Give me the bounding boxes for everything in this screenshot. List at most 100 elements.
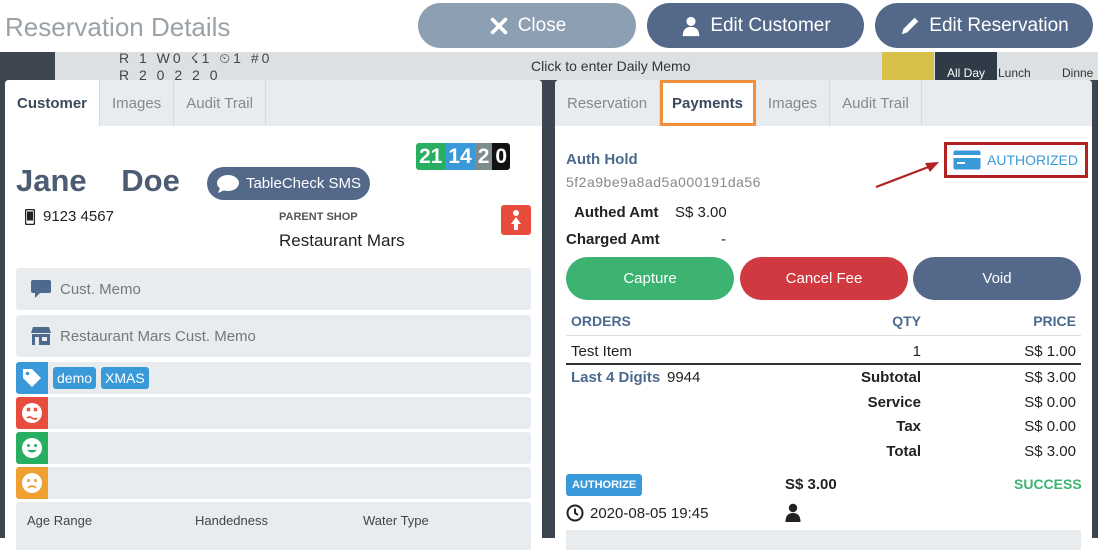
tags-row[interactable]: demo XMAS [16, 362, 531, 394]
tab-images[interactable]: Images [756, 80, 831, 126]
modal-header: Reservation Details Close Edit Customer … [0, 0, 1098, 52]
orders-col-header: ORDERS [571, 313, 631, 329]
table-row: Test Item 1 S$ 1.00 [566, 336, 1081, 365]
charged-amt-label: Charged Amt [566, 231, 660, 248]
tab-audit-trail[interactable]: Audit Trail [174, 80, 266, 126]
subtotal-value: S$ 3.00 [1024, 369, 1076, 386]
reservation-tabs: Reservation Payments Images Audit Trail [555, 80, 1092, 126]
close-icon [490, 17, 507, 34]
dinner-tab[interactable]: Dinne [1062, 66, 1093, 80]
last4-label: Last 4 Digits [571, 369, 661, 386]
total-label: Total [886, 443, 921, 460]
comment-icon [31, 280, 51, 298]
last4-value: 9944 [667, 369, 701, 386]
transaction-datetime-value: 2020-08-05 19:45 [590, 504, 709, 522]
visit-count-black: 0 [492, 143, 511, 170]
chat-bubble-icon [216, 174, 239, 193]
mobile-phone-icon [25, 208, 35, 225]
transaction-amount: S$ 3.00 [785, 476, 837, 493]
frown-face-icon [16, 467, 48, 499]
subtotal-label: Subtotal [861, 369, 921, 386]
neutral-row[interactable] [16, 467, 531, 499]
first-name: Jane [16, 163, 87, 198]
tab-images[interactable]: Images [100, 80, 175, 126]
shop-memo-field[interactable]: Restaurant Mars Cust. Memo [16, 315, 531, 357]
customer-attributes: Age Range Handedness Water Type [16, 502, 531, 550]
lunch-tab[interactable]: Lunch [998, 66, 1031, 80]
tax-value: S$ 0.00 [1024, 418, 1076, 435]
phone-value: 9123 4567 [43, 208, 114, 225]
user-icon [785, 503, 801, 522]
store-icon [31, 327, 51, 345]
status-label: AUTHORIZED [987, 152, 1078, 168]
last-name: Doe [121, 163, 180, 198]
order-qty: 1 [912, 343, 921, 360]
smile-face-icon [16, 432, 48, 464]
water-type-label: Water Type [363, 513, 429, 528]
qty-col-header: QTY [892, 313, 921, 329]
tax-label: Tax [896, 418, 921, 435]
cust-memo-label: Cust. Memo [60, 280, 141, 298]
transaction-status: SUCCESS [1014, 476, 1082, 492]
reservation-panel: Reservation Payments Images Audit Trail … [555, 80, 1092, 550]
sms-label: TableCheck SMS [245, 175, 362, 192]
order-price: S$ 1.00 [1024, 343, 1076, 360]
service-label: Service [867, 394, 921, 411]
visit-count-blue: 14 [445, 143, 475, 170]
annotation-arrow-icon [875, 162, 939, 189]
edit-customer-button[interactable]: Edit Customer [647, 3, 864, 48]
clock-icon [566, 504, 584, 522]
customer-name: Jane Doe [16, 163, 180, 199]
orders-header: ORDERS QTY PRICE [566, 306, 1081, 336]
tab-reservation[interactable]: Reservation [555, 80, 661, 126]
authorized-status: AUTHORIZED [944, 142, 1088, 178]
capture-button[interactable]: Capture [566, 257, 734, 300]
daily-memo-text[interactable]: Click to enter Daily Memo [531, 58, 691, 74]
total-value: S$ 3.00 [1024, 443, 1076, 460]
charged-amt-value: - [721, 231, 726, 248]
tab-audit-trail[interactable]: Audit Trail [830, 80, 922, 126]
cust-memo-field[interactable]: Cust. Memo [16, 268, 531, 310]
tag-icon [16, 362, 48, 394]
close-button[interactable]: Close [418, 3, 636, 48]
page-title: Reservation Details [5, 12, 231, 42]
tag-xmas[interactable]: XMAS [101, 367, 149, 389]
tab-payments[interactable]: Payments [660, 80, 756, 126]
dislike-row[interactable] [16, 397, 531, 429]
auth-hold-label: Auth Hold [566, 151, 638, 168]
parent-shop-value: Restaurant Mars [279, 231, 405, 250]
order-item: Test Item [571, 343, 632, 360]
stats-line-1: R 1 W0 ☇1 ⏲1 #0 [119, 50, 273, 66]
price-col-header: PRICE [1033, 313, 1076, 329]
pencil-icon [902, 17, 919, 34]
phone-number: 9123 4567 [25, 208, 114, 225]
all-day-tab[interactable]: All Day [935, 52, 997, 82]
credit-card-icon [953, 150, 981, 170]
cancel-fee-button[interactable]: Cancel Fee [740, 257, 908, 300]
orders-table: ORDERS QTY PRICE Test Item 1 S$ 1.00 [566, 306, 1081, 365]
void-button[interactable]: Void [913, 257, 1081, 300]
age-range-label: Age Range [27, 513, 93, 528]
auth-hold-id: 5f2a9be9a8ad5a000191da56 [566, 174, 761, 190]
transaction-datetime: 2020-08-05 19:45 [566, 504, 708, 522]
stats-summary: R 1 W0 ☇1 ⏲1 #0 R 2 0 2 2 0 [119, 50, 272, 84]
handedness-label: Handedness [195, 513, 268, 528]
tablecheck-sms-button[interactable]: TableCheck SMS [207, 167, 370, 200]
service-value: S$ 0.00 [1024, 394, 1076, 411]
panel-footer [566, 530, 1081, 550]
transaction-type-badge: AUTHORIZE [566, 474, 643, 496]
customer-tabs: Customer Images Audit Trail [5, 80, 542, 126]
edit-reservation-button[interactable]: Edit Reservation [875, 3, 1093, 48]
easel-button[interactable] [882, 52, 934, 82]
dizzy-face-icon [16, 397, 48, 429]
shop-memo-label: Restaurant Mars Cust. Memo [60, 327, 256, 345]
parent-shop-label: PARENT SHOP [279, 211, 358, 223]
visit-count-gray: 2 [474, 143, 493, 170]
tab-customer[interactable]: Customer [5, 80, 101, 126]
visit-counts: 21 14 2 0 [416, 143, 511, 170]
user-icon [683, 16, 700, 36]
edit-reservation-label: Edit Reservation [929, 14, 1069, 36]
visit-count-green: 21 [416, 143, 446, 170]
like-row[interactable] [16, 432, 531, 464]
tag-demo[interactable]: demo [53, 367, 97, 389]
